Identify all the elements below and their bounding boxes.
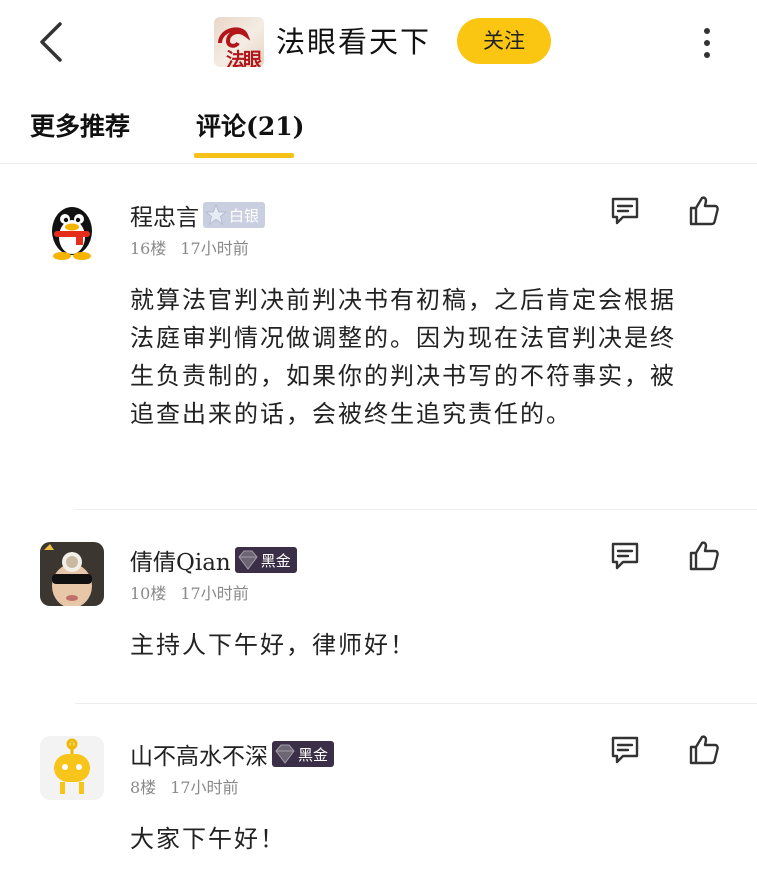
- back-icon[interactable]: [34, 18, 74, 66]
- username-text: 程忠言: [130, 205, 199, 231]
- username[interactable]: 倩倩Qian 黑金: [130, 543, 297, 577]
- reply-icon[interactable]: [607, 193, 643, 229]
- active-tab-indicator: [194, 153, 294, 158]
- username[interactable]: 程忠言 白银: [130, 198, 266, 232]
- comment-text: 大家下午好！: [130, 825, 286, 853]
- level-badge: 白银: [203, 202, 266, 228]
- comment-meta: 16楼 17小时前: [130, 235, 263, 259]
- thumbs-up-icon[interactable]: [686, 193, 722, 229]
- badge-label: 黑金: [260, 551, 291, 570]
- badge-label: 黑金: [298, 745, 329, 764]
- top-bar: 法眼 法眼看天下 关注: [0, 0, 757, 90]
- thumbs-up-icon[interactable]: [686, 538, 722, 574]
- channel-logo[interactable]: 法眼: [214, 17, 264, 67]
- floor-number: 10楼: [130, 584, 167, 603]
- avatar[interactable]: [40, 736, 104, 800]
- comment-text: 主持人下午好，律师好！: [130, 631, 416, 659]
- badge-label: 白银: [229, 206, 260, 225]
- level-badge: 黑金: [234, 547, 297, 573]
- comment-meta: 8楼 17小时前: [130, 774, 253, 798]
- user-photo-avatar-icon: [40, 542, 104, 606]
- floor-number: 8楼: [130, 778, 157, 797]
- timestamp: 17小时前: [170, 778, 239, 797]
- username[interactable]: 山不高水不深 黑金: [130, 737, 335, 771]
- level-badge: 黑金: [272, 741, 335, 767]
- floor-number: 16楼: [130, 239, 167, 258]
- penguin-avatar-icon: [40, 197, 104, 261]
- divider: [75, 703, 757, 704]
- channel-name[interactable]: 法眼看天下: [276, 19, 431, 61]
- star-icon: [204, 203, 228, 226]
- avatar[interactable]: [40, 542, 104, 606]
- diamond-icon: [238, 550, 258, 570]
- tab-comments[interactable]: 评论(21): [196, 107, 304, 143]
- comment-text: 就算法官判决前判决书有初稿，之后肯定会根据法庭审判情况做调整的。因为现在法官判决…: [130, 286, 676, 428]
- thumbs-up-icon[interactable]: [686, 732, 722, 768]
- more-options-icon[interactable]: [694, 20, 720, 66]
- timestamp: 17小时前: [180, 584, 249, 603]
- divider: [75, 509, 757, 510]
- avatar[interactable]: [40, 197, 104, 261]
- timestamp: 17小时前: [180, 239, 249, 258]
- username-text: 山不高水不深: [130, 744, 268, 770]
- follow-button[interactable]: 关注: [457, 18, 551, 64]
- robot-avatar-icon: [40, 736, 104, 800]
- tab-bar: 更多推荐 评论(21): [0, 95, 757, 164]
- comment-meta: 10楼 17小时前: [130, 580, 263, 604]
- tab-more-recommendations[interactable]: 更多推荐: [30, 107, 130, 143]
- reply-icon[interactable]: [607, 538, 643, 574]
- diamond-icon: [275, 744, 295, 764]
- reply-icon[interactable]: [607, 732, 643, 768]
- logo-text: 法眼: [226, 49, 262, 67]
- username-text: 倩倩Qian: [130, 550, 231, 576]
